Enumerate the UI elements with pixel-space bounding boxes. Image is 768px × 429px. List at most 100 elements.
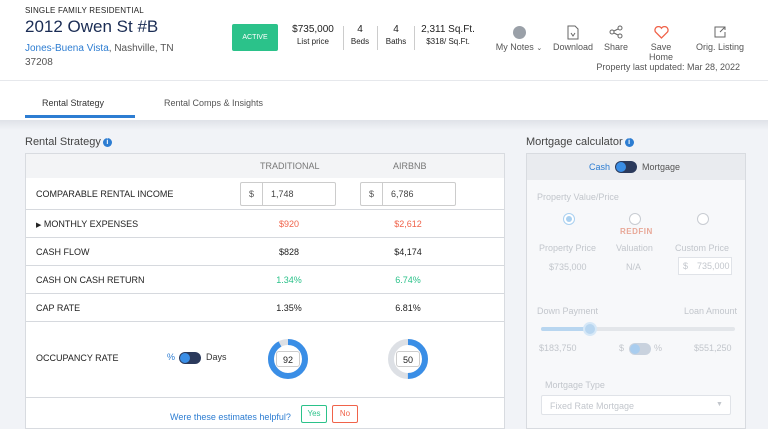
- last-updated: Property last updated: Mar 28, 2022: [596, 62, 740, 72]
- dollar-option[interactable]: $: [619, 343, 624, 353]
- cash-option[interactable]: Cash: [589, 162, 610, 172]
- airbnb-occupancy-value: 50: [396, 351, 420, 367]
- traditional-cap-rate: 1.35%: [276, 303, 302, 313]
- custom-price-radio[interactable]: [697, 213, 709, 225]
- airbnb-income-input[interactable]: $ 6,786: [360, 182, 456, 206]
- airbnb-cash-flow: $4,174: [394, 247, 422, 257]
- valuation-label: Valuation: [616, 243, 653, 253]
- zip-code: 37208: [25, 57, 53, 68]
- airbnb-income-value: 6,786: [391, 189, 414, 199]
- property-type: SINGLE FAMILY RESIDENTIAL: [25, 6, 144, 15]
- list-price-stat: $735,000 List price: [288, 24, 338, 46]
- table-row: COMPARABLE RENTAL INCOME $ 1,748 $ 6,786: [26, 178, 504, 210]
- down-payment-label: Down Payment: [537, 306, 599, 316]
- percent-option[interactable]: %: [167, 352, 175, 362]
- custom-price-label: Custom Price: [675, 243, 730, 253]
- original-listing-label: Orig. Listing: [695, 42, 745, 52]
- save-home-label: Save Home: [648, 42, 673, 62]
- beds-stat: 4 Beds: [348, 24, 372, 46]
- currency-prefix: $: [683, 261, 689, 271]
- mortgage-type-select[interactable]: Fixed Rate Mortgage ▼: [541, 395, 731, 415]
- property-location: Jones-Buena Vista, Nashville, TN 37208: [25, 42, 175, 70]
- property-price-value: $735,000: [549, 262, 587, 272]
- mortgage-calculator-heading: Mortgage calculator i: [526, 136, 634, 148]
- currency-prefix: $: [361, 183, 383, 205]
- traditional-expenses: $920: [278, 219, 300, 229]
- baths-label: Baths: [385, 37, 407, 46]
- baths-stat: 4 Baths: [382, 24, 410, 46]
- monthly-expenses-label[interactable]: ▶ MONTHLY EXPENSES: [36, 219, 138, 229]
- my-notes-button[interactable]: My Notes ⌄: [494, 22, 544, 52]
- occupancy-unit-toggle[interactable]: [179, 352, 201, 364]
- days-option[interactable]: Days: [206, 352, 227, 362]
- my-notes-label: My Notes: [495, 42, 534, 52]
- airbnb-cap-rate: 6.81%: [395, 303, 421, 313]
- cash-mortgage-toggle[interactable]: [615, 161, 637, 173]
- rental-strategy-table: TRADITIONAL AIRBNB COMPARABLE RENTAL INC…: [25, 153, 505, 429]
- share-label: Share: [603, 42, 629, 52]
- mortgage-option[interactable]: Mortgage: [642, 162, 680, 172]
- table-header: TRADITIONAL AIRBNB: [26, 154, 504, 178]
- percent-option[interactable]: %: [654, 343, 662, 353]
- notes-avatar-icon: [494, 22, 544, 42]
- active-tab-indicator: [25, 115, 135, 118]
- slider-handle[interactable]: [582, 322, 597, 336]
- toggle-knob: [616, 162, 626, 172]
- expand-caret-icon[interactable]: ▶: [36, 222, 41, 229]
- info-icon[interactable]: i: [624, 138, 634, 147]
- neighborhood-link[interactable]: Jones-Buena Vista: [25, 43, 109, 54]
- chevron-down-icon: ⌄: [536, 45, 543, 52]
- redfin-logo: REDFIN: [620, 227, 653, 236]
- price-per-sqft: $318/ Sq.Ft.: [426, 37, 470, 46]
- external-link-icon: [692, 22, 748, 42]
- status-badge: ACTIVE: [232, 24, 278, 51]
- toggle-knob: [630, 344, 640, 354]
- property-address: 2012 Owen St #B: [25, 17, 159, 36]
- table-row: CASH FLOW $828 $4,174: [26, 238, 504, 266]
- tab-bar: Rental Strategy Rental Comps & Insights: [0, 80, 768, 120]
- mortgage-calculator-panel: Cash Mortgage Property Value/Price REDFI…: [526, 153, 746, 429]
- save-home-button[interactable]: Save Home: [638, 22, 684, 62]
- download-button[interactable]: Download: [550, 22, 596, 52]
- divider: [414, 26, 415, 50]
- monthly-expenses-text: MONTHLY EXPENSES: [43, 219, 139, 229]
- currency-prefix: $: [241, 183, 263, 205]
- table-row: CAP RATE 1.35% 6.81%: [26, 294, 504, 322]
- feedback-question: Were these estimates helpful?: [170, 412, 291, 422]
- custom-price-input[interactable]: $ 735,000: [678, 257, 732, 275]
- table-row[interactable]: ▶ MONTHLY EXPENSES $920 $2,612: [26, 210, 504, 238]
- sqft-value: 2,311 Sq.Ft.: [421, 24, 475, 35]
- amount-unit-toggle[interactable]: [629, 343, 651, 355]
- original-listing-button[interactable]: Orig. Listing: [692, 22, 748, 52]
- comparable-income-label: COMPARABLE RENTAL INCOME: [36, 189, 174, 199]
- download-icon: [550, 22, 596, 42]
- divider: [0, 120, 768, 130]
- table-row: OCCUPANCY RATE % Days 92 50: [26, 322, 504, 398]
- sqft-stat: 2,311 Sq.Ft. $318/ Sq.Ft.: [418, 24, 478, 46]
- property-value-label: Property Value/Price: [537, 192, 619, 202]
- column-airbnb: AIRBNB: [393, 161, 427, 171]
- property-price-radio[interactable]: [563, 213, 575, 225]
- cap-rate-label: CAP RATE: [36, 303, 81, 313]
- airbnb-expenses: $2,612: [394, 219, 422, 229]
- mortgage-type-label: Mortgage Type: [545, 380, 605, 390]
- property-header: SINGLE FAMILY RESIDENTIAL 2012 Owen St #…: [0, 0, 768, 80]
- traditional-income-value: 1,748: [271, 189, 294, 199]
- valuation-radio[interactable]: [629, 213, 641, 225]
- traditional-income-input[interactable]: $ 1,748: [240, 182, 336, 206]
- feedback-no-button[interactable]: No: [332, 405, 358, 423]
- mortgage-calculator-title: Mortgage calculator: [526, 136, 623, 148]
- rental-strategy-title: Rental Strategy: [25, 136, 101, 148]
- share-button[interactable]: Share: [600, 22, 632, 52]
- occupancy-label: OCCUPANCY RATE: [36, 353, 119, 363]
- coc-return-label: CASH ON CASH RETURN: [36, 275, 145, 285]
- rental-strategy-heading: Rental Strategy i: [25, 136, 112, 148]
- city-state: , Nashville, TN: [108, 43, 174, 54]
- share-icon: [600, 22, 632, 42]
- divider: [377, 26, 378, 50]
- column-traditional: TRADITIONAL: [260, 161, 320, 171]
- beds-label: Beds: [350, 37, 370, 46]
- info-icon[interactable]: i: [102, 138, 112, 147]
- feedback-yes-button[interactable]: Yes: [301, 405, 327, 423]
- cash-flow-label: CASH FLOW: [36, 247, 90, 257]
